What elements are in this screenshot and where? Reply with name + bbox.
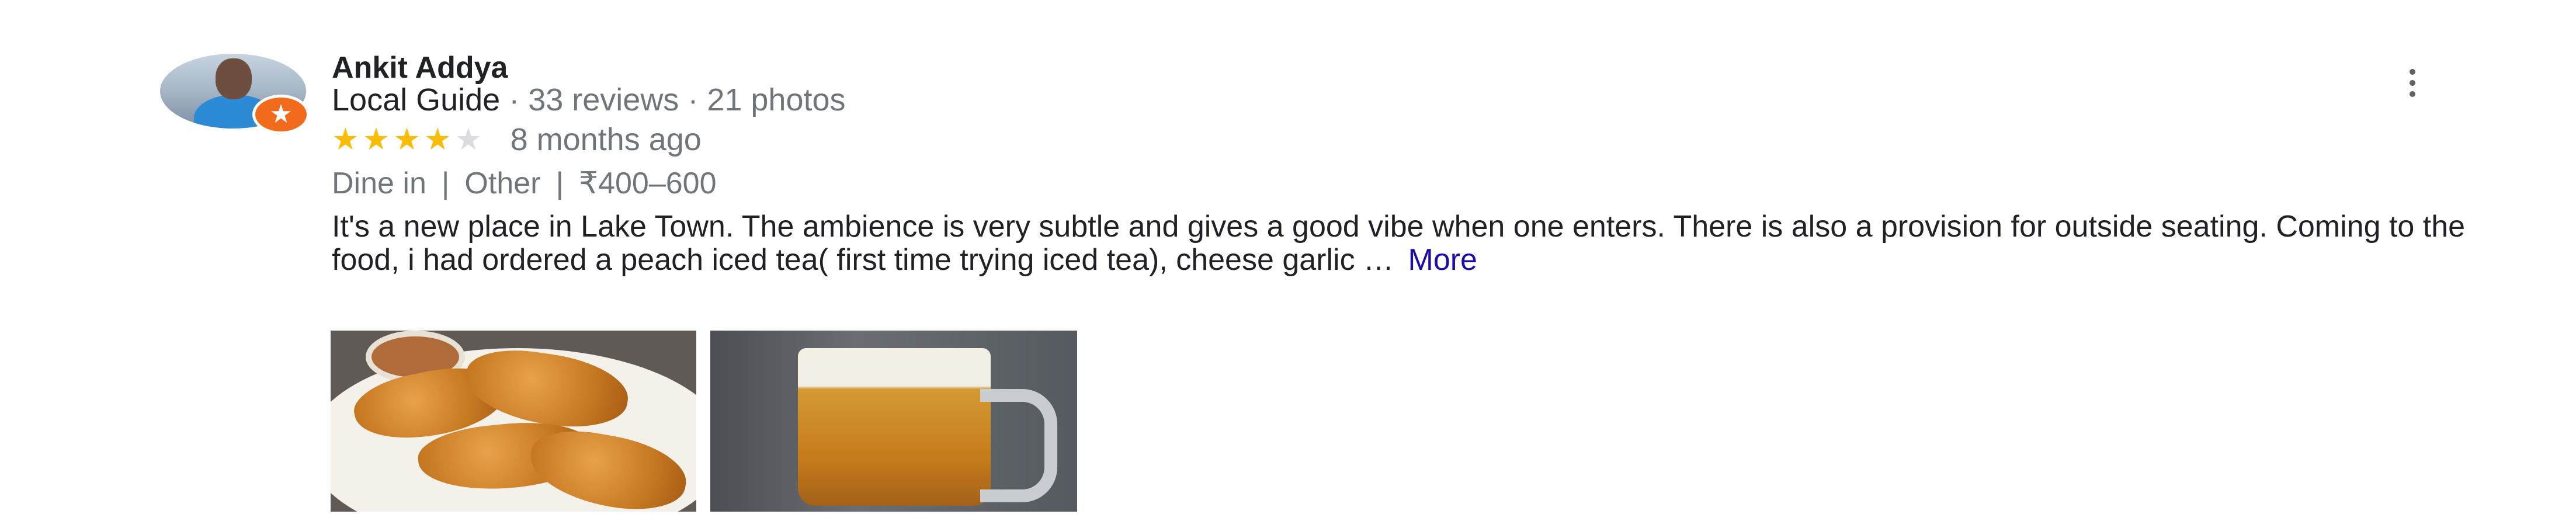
star-filled-icon: ★ — [332, 123, 363, 157]
tag-service: Dine in — [332, 166, 426, 200]
tag-separator: | — [556, 166, 564, 200]
avatar-face — [216, 58, 252, 99]
mug-shape — [798, 348, 991, 506]
star-filled-icon: ★ — [393, 123, 424, 157]
star-filled-icon: ★ — [362, 123, 394, 157]
reviews-count: 33 reviews — [528, 82, 679, 117]
meta-separator: · — [679, 82, 707, 117]
tag-price: ₹400–600 — [578, 166, 717, 200]
photos-count: 21 photos — [707, 82, 846, 117]
tag-separator: | — [441, 166, 450, 200]
review-photo-drink[interactable] — [710, 331, 1077, 512]
mug-handle-shape — [980, 389, 1057, 502]
local-guide-label: Local Guide — [332, 82, 501, 117]
meta-separator: · — [500, 82, 529, 117]
reviewer-name[interactable]: Ankit Addya — [332, 50, 508, 85]
local-guide-badge-icon: ★ — [252, 95, 310, 134]
more-options-icon[interactable] — [2401, 65, 2424, 100]
review-body: It's a new place in Lake Town. The ambie… — [332, 210, 2505, 277]
star-filled-icon: ★ — [423, 123, 455, 157]
review-text: It's a new place in Lake Town. The ambie… — [332, 210, 2466, 277]
dot — [2410, 91, 2415, 97]
more-link[interactable]: More — [1408, 243, 1477, 277]
rating-row: ★★★★★ 8 months ago — [332, 121, 702, 162]
reviewer-meta[interactable]: Local Guide · 33 reviews · 21 photos — [332, 82, 846, 118]
star-rating: ★★★★★ — [332, 122, 485, 157]
dot — [2410, 69, 2415, 75]
dot — [2410, 80, 2415, 86]
tag-meal-type: Other — [464, 166, 541, 200]
review-time: 8 months ago — [510, 122, 702, 157]
review-tags: Dine in | Other | ₹400–600 — [332, 166, 717, 201]
star-empty-icon: ★ — [454, 123, 486, 157]
review-photo-food[interactable] — [331, 331, 696, 512]
